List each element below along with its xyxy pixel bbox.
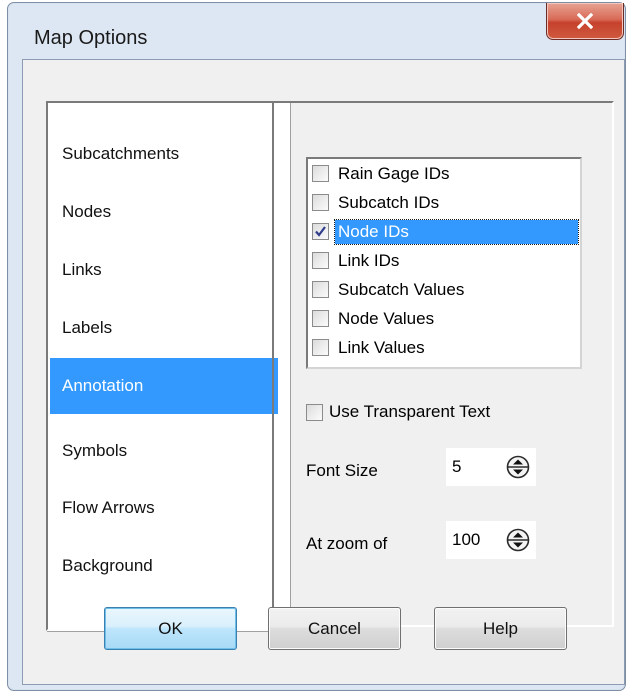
use-transparent-text-option[interactable]: Use Transparent Text (306, 402, 490, 422)
nav-item-label: Nodes (62, 202, 112, 221)
nav-item-labels[interactable]: Labels (50, 300, 278, 356)
checkbox[interactable] (312, 165, 329, 182)
checklist-item-link-values[interactable]: Link Values (312, 333, 578, 362)
checkbox[interactable] (312, 281, 329, 298)
category-list: Subcatchments Nodes Links Labels Annotat… (46, 101, 290, 631)
checkbox[interactable] (312, 194, 329, 211)
annotation-panel: Rain Gage IDs Subcatch IDs Node IDs Link… (272, 101, 614, 627)
checklist-item-label: Link Values (338, 337, 425, 357)
nav-item-nodes[interactable]: Nodes (50, 184, 278, 240)
nav-item-label: Subcatchments (62, 144, 180, 163)
close-button[interactable] (546, 3, 624, 40)
font-size-label: Font Size (306, 461, 378, 480)
checkbox[interactable] (312, 310, 329, 327)
checkbox[interactable] (312, 252, 329, 269)
checkbox[interactable] (306, 403, 323, 421)
checklist-item-link-ids[interactable]: Link IDs (312, 246, 578, 275)
font-size-value[interactable]: 5 (446, 457, 502, 477)
nav-item-label: Links (62, 260, 102, 279)
zoom-label: At zoom of (306, 534, 388, 553)
use-transparent-text-label: Use Transparent Text (329, 402, 491, 421)
nav-item-label: Annotation (62, 376, 144, 395)
checklist-item-rain-gage-ids[interactable]: Rain Gage IDs (312, 159, 578, 188)
nav-item-symbols[interactable]: Symbols (50, 423, 278, 479)
annotation-checklist: Rain Gage IDs Subcatch IDs Node IDs Link… (306, 157, 582, 369)
spin-updown-icon[interactable] (506, 455, 530, 479)
cancel-button[interactable]: Cancel (268, 607, 401, 650)
dialog-body: Subcatchments Nodes Links Labels Annotat… (22, 59, 625, 685)
nav-item-background[interactable]: Background (50, 538, 278, 594)
zoom-spinner[interactable]: 100 (446, 521, 536, 559)
nav-item-annotation[interactable]: Annotation (50, 358, 278, 414)
checklist-item-subcatch-ids[interactable]: Subcatch IDs (312, 188, 578, 217)
nav-item-flow-arrows[interactable]: Flow Arrows (50, 480, 278, 536)
close-x-icon (577, 13, 593, 29)
spin-updown-icon[interactable] (506, 528, 530, 552)
nav-item-links[interactable]: Links (50, 242, 278, 298)
checkmark-icon (315, 226, 326, 237)
zoom-value[interactable]: 100 (446, 530, 502, 550)
checklist-item-label: Rain Gage IDs (338, 163, 450, 183)
nav-item-label: Background (62, 556, 153, 575)
checklist-item-label: Node IDs (334, 218, 579, 245)
font-size-spinner[interactable]: 5 (446, 448, 536, 486)
ok-button[interactable]: OK (104, 607, 237, 650)
checklist-item-label: Subcatch Values (338, 279, 465, 299)
nav-item-label: Symbols (62, 441, 128, 460)
help-button[interactable]: Help (434, 607, 567, 650)
checklist-item-subcatch-values[interactable]: Subcatch Values (312, 275, 578, 304)
dialog-title: Map Options (34, 27, 148, 49)
map-options-dialog: Map Options Subcatchments Nodes Links La… (7, 2, 626, 691)
checkbox-checked[interactable] (312, 223, 329, 240)
checklist-item-node-ids[interactable]: Node IDs (312, 217, 579, 246)
nav-item-subcatchments[interactable]: Subcatchments (50, 126, 278, 182)
checklist-item-node-values[interactable]: Node Values (312, 304, 578, 333)
checkbox[interactable] (312, 339, 329, 356)
checklist-item-label: Link IDs (338, 250, 400, 270)
nav-item-label: Flow Arrows (62, 498, 155, 517)
checklist-item-label: Subcatch IDs (338, 192, 440, 212)
nav-item-label: Labels (62, 318, 113, 337)
checklist-item-label: Node Values (338, 308, 435, 328)
